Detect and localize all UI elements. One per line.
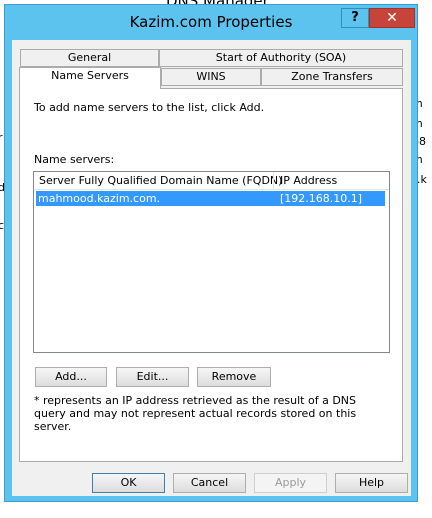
name-servers-panel: To add name servers to the list, click A… [19, 88, 403, 462]
apply-button[interactable]: Apply [254, 473, 327, 493]
intro-text: To add name servers to the list, click A… [34, 101, 265, 114]
help-question-button[interactable]: ? [341, 8, 369, 28]
tab-start-of-authority[interactable]: Start of Authority (SOA) [159, 49, 403, 67]
ok-button[interactable]: OK [92, 473, 165, 493]
tab-name-servers[interactable]: Name Servers [19, 67, 161, 89]
column-header-fqdn[interactable]: Server Fully Qualified Domain Name (FQDN… [39, 174, 282, 187]
list-item[interactable]: mahmood.kazim.com. [192.168.10.1] [36, 191, 385, 206]
cancel-button[interactable]: Cancel [173, 473, 246, 493]
add-button[interactable]: Add... [35, 367, 107, 387]
name-servers-list[interactable]: Server Fully Qualified Domain Name (FQDN… [33, 171, 390, 353]
list-header: Server Fully Qualified Domain Name (FQDN… [34, 172, 389, 190]
server-ip: [192.168.10.1] [280, 192, 363, 205]
dialog-client-area: General Start of Authority (SOA) Name Se… [12, 40, 411, 496]
dns-query-note: * represents an IP address retrieved as … [34, 394, 357, 433]
tab-zone-transfers[interactable]: Zone Transfers [261, 68, 403, 86]
background-text-fragment: r [0, 131, 3, 144]
tab-general[interactable]: General [20, 49, 159, 67]
column-divider[interactable] [273, 172, 274, 189]
tab-wins[interactable]: WINS [161, 68, 261, 86]
close-icon[interactable]: ✕ [369, 8, 415, 28]
edit-button[interactable]: Edit... [116, 367, 189, 387]
properties-dialog: Kazim.com Properties ? ✕ General Start o… [4, 4, 418, 502]
dialog-titlebar[interactable]: Kazim.com Properties ? ✕ [5, 5, 417, 35]
server-fqdn: mahmood.kazim.com. [38, 192, 161, 205]
name-servers-label: Name servers: [34, 153, 115, 166]
column-header-ip[interactable]: IP Address [280, 174, 337, 187]
help-button[interactable]: Help [335, 473, 408, 493]
remove-button[interactable]: Remove [197, 367, 271, 387]
